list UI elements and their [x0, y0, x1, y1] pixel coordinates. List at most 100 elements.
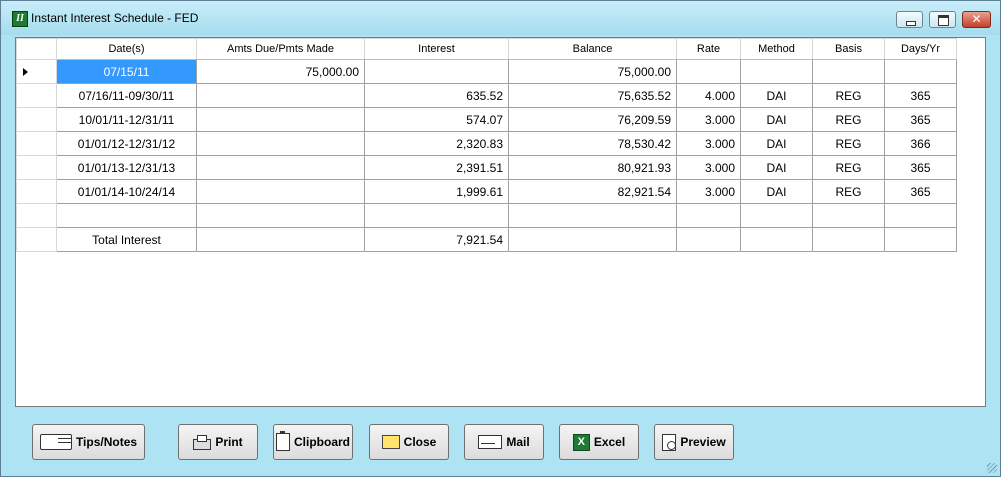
basis-cell[interactable] — [812, 203, 885, 228]
days-cell[interactable]: 365 — [884, 155, 957, 180]
interest-cell[interactable]: 635.52 — [364, 83, 509, 108]
rate-cell[interactable] — [676, 59, 741, 84]
interest-cell[interactable] — [364, 59, 509, 84]
date-cell[interactable] — [56, 203, 197, 228]
method-cell[interactable] — [740, 227, 813, 252]
row-header[interactable] — [16, 203, 57, 228]
rate-cell[interactable]: 3.000 — [676, 131, 741, 156]
table-row[interactable]: 01/01/12-12/31/12 2,320.83 78,530.42 3.0… — [16, 131, 957, 156]
basis-cell[interactable]: REG — [812, 83, 885, 108]
interest-cell[interactable]: 2,320.83 — [364, 131, 509, 156]
date-cell[interactable]: 01/01/12-12/31/12 — [56, 131, 197, 156]
total-label-cell[interactable]: Total Interest — [56, 227, 197, 252]
date-cell[interactable]: 01/01/14-10/24/14 — [56, 179, 197, 204]
balance-cell[interactable]: 82,921.54 — [508, 179, 677, 204]
rate-cell[interactable]: 3.000 — [676, 107, 741, 132]
rate-cell[interactable] — [676, 227, 741, 252]
preview-button[interactable]: Preview — [654, 424, 734, 460]
method-cell[interactable]: DAI — [740, 179, 813, 204]
row-header[interactable] — [16, 131, 57, 156]
balance-cell[interactable]: 75,000.00 — [508, 59, 677, 84]
days-cell[interactable] — [884, 227, 957, 252]
table-row[interactable]: 01/01/14-10/24/14 1,999.61 82,921.54 3.0… — [16, 179, 957, 204]
days-cell[interactable]: 365 — [884, 107, 957, 132]
col-header-method[interactable]: Method — [740, 38, 813, 60]
basis-cell[interactable]: REG — [812, 155, 885, 180]
amount-cell[interactable] — [196, 83, 365, 108]
balance-cell[interactable]: 75,635.52 — [508, 83, 677, 108]
balance-cell[interactable] — [508, 227, 677, 252]
row-header[interactable] — [16, 83, 57, 108]
print-button[interactable]: Print — [178, 424, 258, 460]
days-cell[interactable] — [884, 59, 957, 84]
title-bar[interactable]: II Instant Interest Schedule - FED ✕ — [1, 1, 1000, 35]
col-header-balance[interactable]: Balance — [508, 38, 677, 60]
table-row[interactable]: 01/01/13-12/31/13 2,391.51 80,921.93 3.0… — [16, 155, 957, 180]
minimize-button[interactable] — [896, 11, 923, 28]
amount-cell[interactable]: 75,000.00 — [196, 59, 365, 84]
days-cell[interactable]: 366 — [884, 131, 957, 156]
balance-cell[interactable] — [508, 203, 677, 228]
days-cell[interactable] — [884, 203, 957, 228]
excel-button[interactable]: X Excel — [559, 424, 639, 460]
method-cell[interactable]: DAI — [740, 131, 813, 156]
interest-cell[interactable]: 574.07 — [364, 107, 509, 132]
col-header-interest[interactable]: Interest — [364, 38, 509, 60]
col-header-dates[interactable]: Date(s) — [56, 38, 197, 60]
method-cell[interactable] — [740, 203, 813, 228]
col-header-basis[interactable]: Basis — [812, 38, 885, 60]
balance-cell[interactable]: 78,530.42 — [508, 131, 677, 156]
close-window-button[interactable]: ✕ — [962, 11, 991, 28]
date-cell[interactable]: 07/16/11-09/30/11 — [56, 83, 197, 108]
amount-cell[interactable] — [196, 227, 365, 252]
interest-cell[interactable]: 1,999.61 — [364, 179, 509, 204]
schedule-grid[interactable]: Date(s) Amts Due/Pmts Made Interest Bala… — [15, 37, 986, 407]
row-header[interactable] — [16, 179, 57, 204]
method-cell[interactable]: DAI — [740, 155, 813, 180]
rate-cell[interactable]: 4.000 — [676, 83, 741, 108]
amount-cell[interactable] — [196, 179, 365, 204]
days-cell[interactable]: 365 — [884, 179, 957, 204]
table-row[interactable]: 07/15/11 75,000.00 75,000.00 — [16, 59, 957, 84]
total-row[interactable]: Total Interest 7,921.54 — [16, 227, 957, 252]
table-row[interactable]: 10/01/11-12/31/11 574.07 76,209.59 3.000… — [16, 107, 957, 132]
mail-button[interactable]: Mail — [464, 424, 544, 460]
total-interest-cell[interactable]: 7,921.54 — [364, 227, 509, 252]
date-cell[interactable]: 10/01/11-12/31/11 — [56, 107, 197, 132]
method-cell[interactable] — [740, 59, 813, 84]
amount-cell[interactable] — [196, 155, 365, 180]
amount-cell[interactable] — [196, 131, 365, 156]
row-header[interactable] — [16, 107, 57, 132]
basis-cell[interactable]: REG — [812, 107, 885, 132]
date-cell[interactable]: 01/01/13-12/31/13 — [56, 155, 197, 180]
col-header-amounts[interactable]: Amts Due/Pmts Made — [196, 38, 365, 60]
rate-cell[interactable]: 3.000 — [676, 179, 741, 204]
balance-cell[interactable]: 76,209.59 — [508, 107, 677, 132]
basis-cell[interactable] — [812, 59, 885, 84]
interest-cell[interactable]: 2,391.51 — [364, 155, 509, 180]
interest-cell[interactable] — [364, 203, 509, 228]
clipboard-button[interactable]: Clipboard — [273, 424, 353, 460]
row-header[interactable] — [16, 155, 57, 180]
tips-notes-button[interactable]: Tips/Notes — [32, 424, 145, 460]
amount-cell[interactable] — [196, 203, 365, 228]
method-cell[interactable]: DAI — [740, 83, 813, 108]
rate-cell[interactable] — [676, 203, 741, 228]
method-cell[interactable]: DAI — [740, 107, 813, 132]
row-header[interactable] — [16, 59, 57, 84]
basis-cell[interactable]: REG — [812, 131, 885, 156]
basis-cell[interactable] — [812, 227, 885, 252]
date-cell[interactable]: 07/15/11 — [56, 59, 197, 84]
table-row[interactable] — [16, 203, 957, 228]
rate-cell[interactable]: 3.000 — [676, 155, 741, 180]
resize-grip-icon[interactable] — [987, 463, 997, 473]
balance-cell[interactable]: 80,921.93 — [508, 155, 677, 180]
close-button[interactable]: Close — [369, 424, 449, 460]
maximize-button[interactable] — [929, 11, 956, 28]
days-cell[interactable]: 365 — [884, 83, 957, 108]
basis-cell[interactable]: REG — [812, 179, 885, 204]
amount-cell[interactable] — [196, 107, 365, 132]
table-row[interactable]: 07/16/11-09/30/11 635.52 75,635.52 4.000… — [16, 83, 957, 108]
col-header-days[interactable]: Days/Yr — [884, 38, 957, 60]
col-header-rate[interactable]: Rate — [676, 38, 741, 60]
